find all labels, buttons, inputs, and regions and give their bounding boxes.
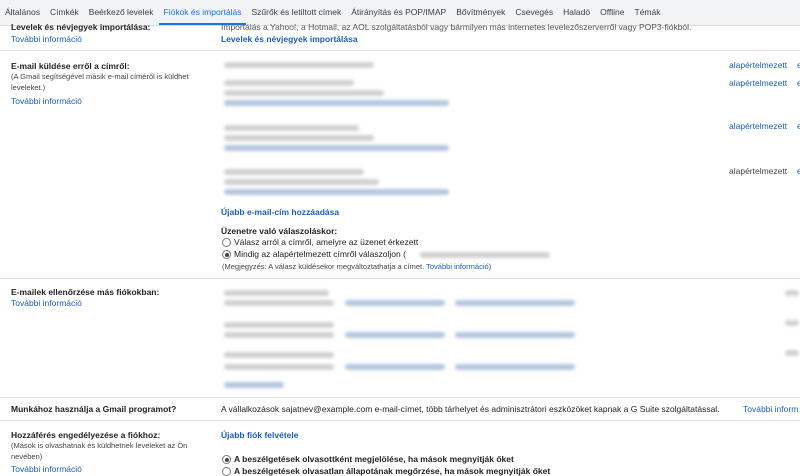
blurred-address: [224, 80, 354, 86]
blurred-account: [785, 320, 799, 326]
divider: [0, 278, 800, 279]
gsuite-label: Munkához használja a Gmail programot?: [11, 404, 177, 414]
blurred-account: [224, 300, 334, 306]
blurred-address: [224, 169, 364, 175]
divider: [0, 50, 800, 51]
add-email-address-link[interactable]: Újabb e-mail-cím hozzáadása: [221, 207, 339, 217]
grant-access-note: (Mások is olvashatnak és küldhetnek leve…: [11, 441, 188, 461]
blurred-address: [224, 145, 449, 151]
default-label[interactable]: alapértelmezett: [729, 121, 787, 131]
blurred-address: [420, 252, 550, 258]
blurred-address: [224, 100, 449, 106]
blurred-account: [345, 332, 445, 338]
blurred-account: [224, 332, 334, 338]
blurred-address: [224, 125, 359, 131]
divider: [0, 397, 800, 398]
blurred-account: [224, 322, 334, 328]
import-more-link[interactable]: További információ: [11, 34, 82, 44]
check-mail-label: E-mailek ellenőrzése más fiókokban:: [11, 287, 160, 297]
blurred-address: [224, 179, 379, 185]
blurred-account: [224, 382, 284, 388]
blurred-account: [345, 300, 445, 306]
grant-access-label: Hozzáférés engedélyezése a fiókhoz:: [11, 430, 161, 440]
default-label[interactable]: alapértelmezett: [729, 78, 787, 88]
divider: [0, 420, 800, 421]
import-label: Levelek és névjegyek importálása:: [11, 22, 151, 32]
leave-unread-label: A beszélgetések olvasatlan állapotának m…: [234, 466, 551, 476]
reply-option-2-label: Mindig az alapértelmezett címről válaszo…: [234, 249, 406, 259]
send-as-label: E-mail küldése erről a címről:: [11, 61, 130, 71]
mark-as-read-radio[interactable]: [222, 455, 231, 464]
blurred-account: [224, 352, 334, 358]
blurred-address: [224, 189, 449, 195]
check-mail-more-link[interactable]: További információ: [11, 298, 82, 308]
blurred-account: [455, 332, 575, 338]
gsuite-more-link[interactable]: További inform: [743, 404, 798, 414]
blurred-account: [224, 290, 329, 296]
blurred-account: [455, 364, 575, 370]
reply-from-received-radio[interactable]: [222, 238, 231, 247]
send-as-note: (A Gmail segítségével másik e-mail címér…: [11, 72, 189, 92]
reply-note: (Megjegyzés: A válasz küldésekor megvált…: [222, 262, 492, 271]
blurred-account: [455, 300, 575, 306]
blurred-account: [345, 364, 445, 370]
default-label[interactable]: alapértelmezett: [729, 60, 787, 70]
send-as-more-link[interactable]: További információ: [11, 96, 82, 106]
blurred-account: [785, 290, 799, 296]
leave-unread-radio[interactable]: [222, 467, 231, 476]
blurred-address: [224, 62, 374, 68]
reply-option-1-label: Válasz arról a címről, amelyre az üzenet…: [234, 237, 419, 247]
import-mail-contacts-link[interactable]: Levelek és névjegyek importálása: [221, 34, 358, 44]
import-description: Importálás a Yahoo!, a Hotmail, az AOL s…: [221, 22, 692, 32]
add-another-account-link[interactable]: Újabb fiók felvétele: [221, 430, 298, 440]
default-status: alapértelmezett: [729, 166, 788, 176]
blurred-address: [224, 90, 384, 96]
gsuite-text: A vállalkozások sajatnev@example.com e-m…: [221, 404, 720, 414]
blurred-account: [785, 350, 799, 356]
reply-from-default-radio[interactable]: [222, 250, 231, 259]
blurred-address: [224, 135, 374, 141]
mark-as-read-label: A beszélgetések olvasottként megjelölése…: [234, 454, 514, 464]
reply-note-more-link[interactable]: További információ: [426, 262, 489, 271]
reply-heading: Üzenetre való válaszoláskor:: [221, 226, 338, 236]
blurred-account: [224, 364, 334, 370]
